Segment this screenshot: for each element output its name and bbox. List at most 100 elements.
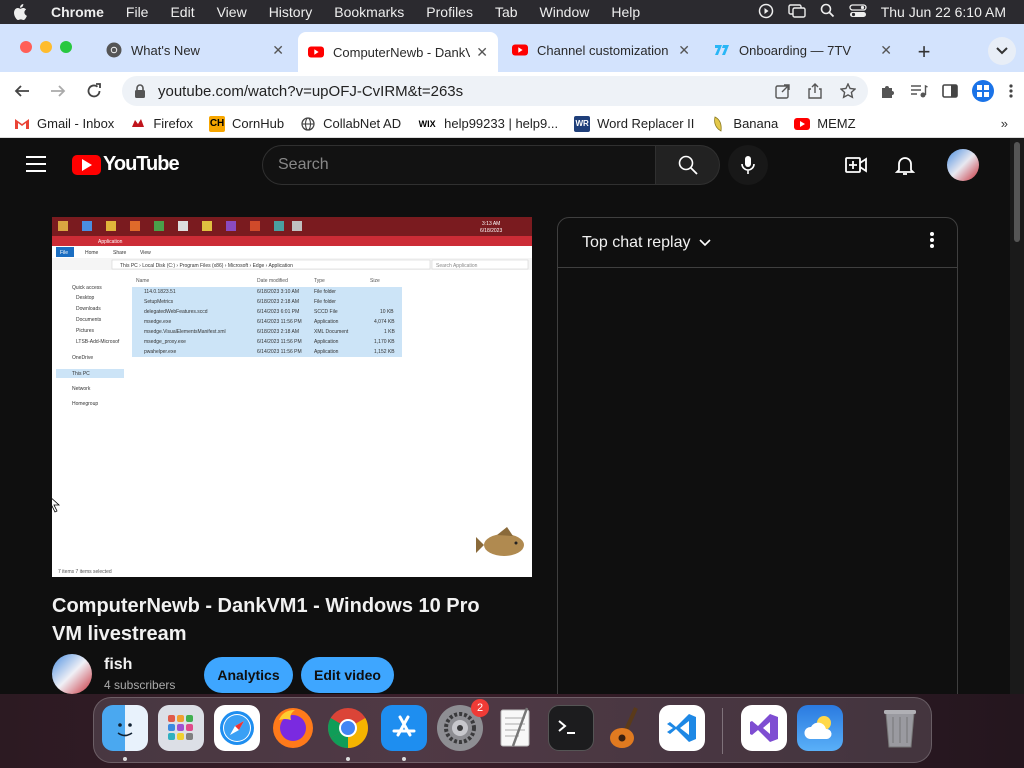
search-button[interactable] (656, 145, 720, 185)
menu-clock[interactable]: Thu Jun 22 6:10 AM (881, 4, 1006, 20)
extensions-puzzle-icon[interactable] (880, 83, 896, 99)
tab-youtube-video[interactable]: ComputerNewb - DankV ✕ (298, 32, 498, 72)
menu-history[interactable]: History (258, 4, 324, 20)
bookmark-banana[interactable]: Banana (710, 115, 778, 132)
spotlight-search-icon[interactable] (820, 3, 835, 21)
channel-avatar[interactable] (52, 654, 92, 694)
search-box[interactable] (262, 145, 656, 185)
back-button[interactable] (6, 75, 38, 107)
bookmark-firefox[interactable]: Firefox (130, 116, 193, 132)
app-store-icon[interactable] (381, 705, 427, 751)
search-input[interactable] (278, 156, 655, 174)
launchpad-icon[interactable] (158, 705, 204, 751)
menu-app-name[interactable]: Chrome (40, 4, 115, 20)
close-tab-icon[interactable]: ✕ (476, 44, 488, 61)
edit-video-button[interactable]: Edit video (301, 657, 394, 693)
bookmark-word-replacer[interactable]: WR Word Replacer II (574, 115, 694, 132)
lock-icon[interactable] (134, 84, 146, 98)
close-tab-icon[interactable]: ✕ (678, 42, 690, 59)
open-in-app-icon[interactable] (775, 83, 790, 99)
firefox-icon[interactable] (270, 705, 316, 751)
notification-badge: 2 (471, 699, 489, 717)
vscode-icon[interactable] (659, 705, 705, 751)
chat-more-options-icon[interactable] (929, 231, 935, 254)
trash-icon[interactable] (877, 705, 923, 751)
control-center-icon[interactable] (849, 3, 867, 21)
safari-icon[interactable] (214, 705, 260, 751)
more-options-icon[interactable] (1008, 83, 1014, 99)
channel-name[interactable]: fish (104, 656, 132, 674)
page-scrollbar[interactable] (1010, 138, 1024, 694)
tab-search-button[interactable] (988, 37, 1016, 65)
scrollbar-thumb[interactable] (1014, 142, 1020, 242)
chat-mode-selector[interactable]: Top chat replay (582, 234, 711, 252)
zoom-window-button[interactable] (60, 41, 72, 53)
bookmark-gmail[interactable]: Gmail - Inbox (14, 116, 114, 132)
side-panel-icon[interactable] (942, 83, 958, 99)
svg-text:msedge.exe: msedge.exe (144, 319, 171, 325)
media-control-icon[interactable] (910, 83, 928, 99)
textedit-icon[interactable] (492, 705, 538, 751)
close-tab-icon[interactable]: ✕ (880, 42, 892, 59)
notifications-button[interactable] (893, 153, 917, 182)
tab-whats-new[interactable]: What's New ✕ (96, 34, 294, 66)
bookmark-cornhub[interactable]: CH CornHub (209, 115, 284, 132)
svg-text:Downloads: Downloads (76, 306, 101, 312)
menu-edit[interactable]: Edit (159, 4, 205, 20)
chrome-icon[interactable] (325, 705, 371, 751)
windows-extension-icon[interactable] (972, 80, 994, 102)
bookmark-collabnet[interactable]: CollabNet AD (300, 116, 401, 132)
menu-window[interactable]: Window (529, 4, 601, 20)
svg-text:Quick access: Quick access (72, 285, 102, 291)
bookmark-label: Gmail - Inbox (37, 116, 115, 131)
close-window-button[interactable] (20, 41, 32, 53)
bookmark-star-icon[interactable] (840, 83, 856, 99)
forward-button[interactable] (42, 75, 74, 107)
svg-text:File folder: File folder (314, 299, 336, 305)
share-icon[interactable] (808, 83, 822, 99)
screen-recording-icon[interactable] (758, 3, 774, 22)
apple-menu-icon[interactable] (0, 4, 40, 20)
bookmark-memz[interactable]: MEMZ (794, 116, 856, 132)
analytics-button[interactable]: Analytics (204, 657, 293, 693)
address-bar[interactable]: youtube.com/watch?v=upOFJ-CvIRM&t=263s (122, 76, 868, 106)
create-button[interactable] (844, 153, 868, 182)
tab-channel-customization[interactable]: Channel customization ✕ (502, 34, 700, 66)
close-tab-icon[interactable]: ✕ (272, 42, 284, 59)
youtube-logo[interactable]: YouTube (72, 153, 180, 176)
svg-text:1,170 KB: 1,170 KB (374, 339, 395, 345)
svg-text:Documents: Documents (76, 317, 102, 323)
menu-file[interactable]: File (115, 4, 160, 20)
terminal-icon[interactable] (548, 705, 594, 751)
more-bookmarks-icon[interactable]: » (1001, 116, 1008, 131)
youtube-icon (308, 46, 324, 58)
svg-text:114.0.1823.51: 114.0.1823.51 (144, 289, 176, 295)
menu-help[interactable]: Help (600, 4, 651, 20)
account-avatar[interactable] (947, 149, 979, 181)
url-text[interactable]: youtube.com/watch?v=upOFJ-CvIRM&t=263s (158, 83, 775, 100)
svg-text:OneDrive: OneDrive (72, 355, 93, 361)
screen-mirroring-icon[interactable] (787, 3, 806, 21)
menu-tab[interactable]: Tab (484, 4, 529, 20)
voice-search-button[interactable] (728, 145, 768, 185)
youtube-page: YouTube Search 3:13 AM 6/18/2023 Applica… (0, 138, 1024, 694)
menu-bookmarks[interactable]: Bookmarks (323, 4, 415, 20)
chat-replay-panel: Top chat replay (557, 217, 958, 694)
weather-icon[interactable] (797, 705, 843, 751)
menu-profiles[interactable]: Profiles (415, 4, 484, 20)
visual-studio-icon[interactable] (741, 705, 787, 751)
system-settings-icon[interactable]: 2 (437, 699, 489, 751)
browser-toolbar: youtube.com/watch?v=upOFJ-CvIRM&t=263s (0, 72, 1024, 110)
bookmark-help99233[interactable]: WIX help99233 | help9... (417, 116, 558, 132)
finder-icon[interactable] (102, 705, 148, 751)
menu-view[interactable]: View (206, 4, 258, 20)
minimize-window-button[interactable] (40, 41, 52, 53)
macos-dock: 2 (93, 697, 932, 763)
bookmark-label: CollabNet AD (323, 116, 402, 131)
hamburger-menu-icon[interactable] (26, 156, 46, 177)
reload-button[interactable] (78, 75, 110, 107)
new-tab-button[interactable]: + (908, 36, 940, 68)
video-player[interactable]: 3:13 AM 6/18/2023 Application File File … (52, 217, 532, 577)
garageband-icon[interactable] (603, 705, 649, 751)
tab-onboarding-7tv[interactable]: Onboarding — 7TV ✕ (704, 34, 902, 66)
